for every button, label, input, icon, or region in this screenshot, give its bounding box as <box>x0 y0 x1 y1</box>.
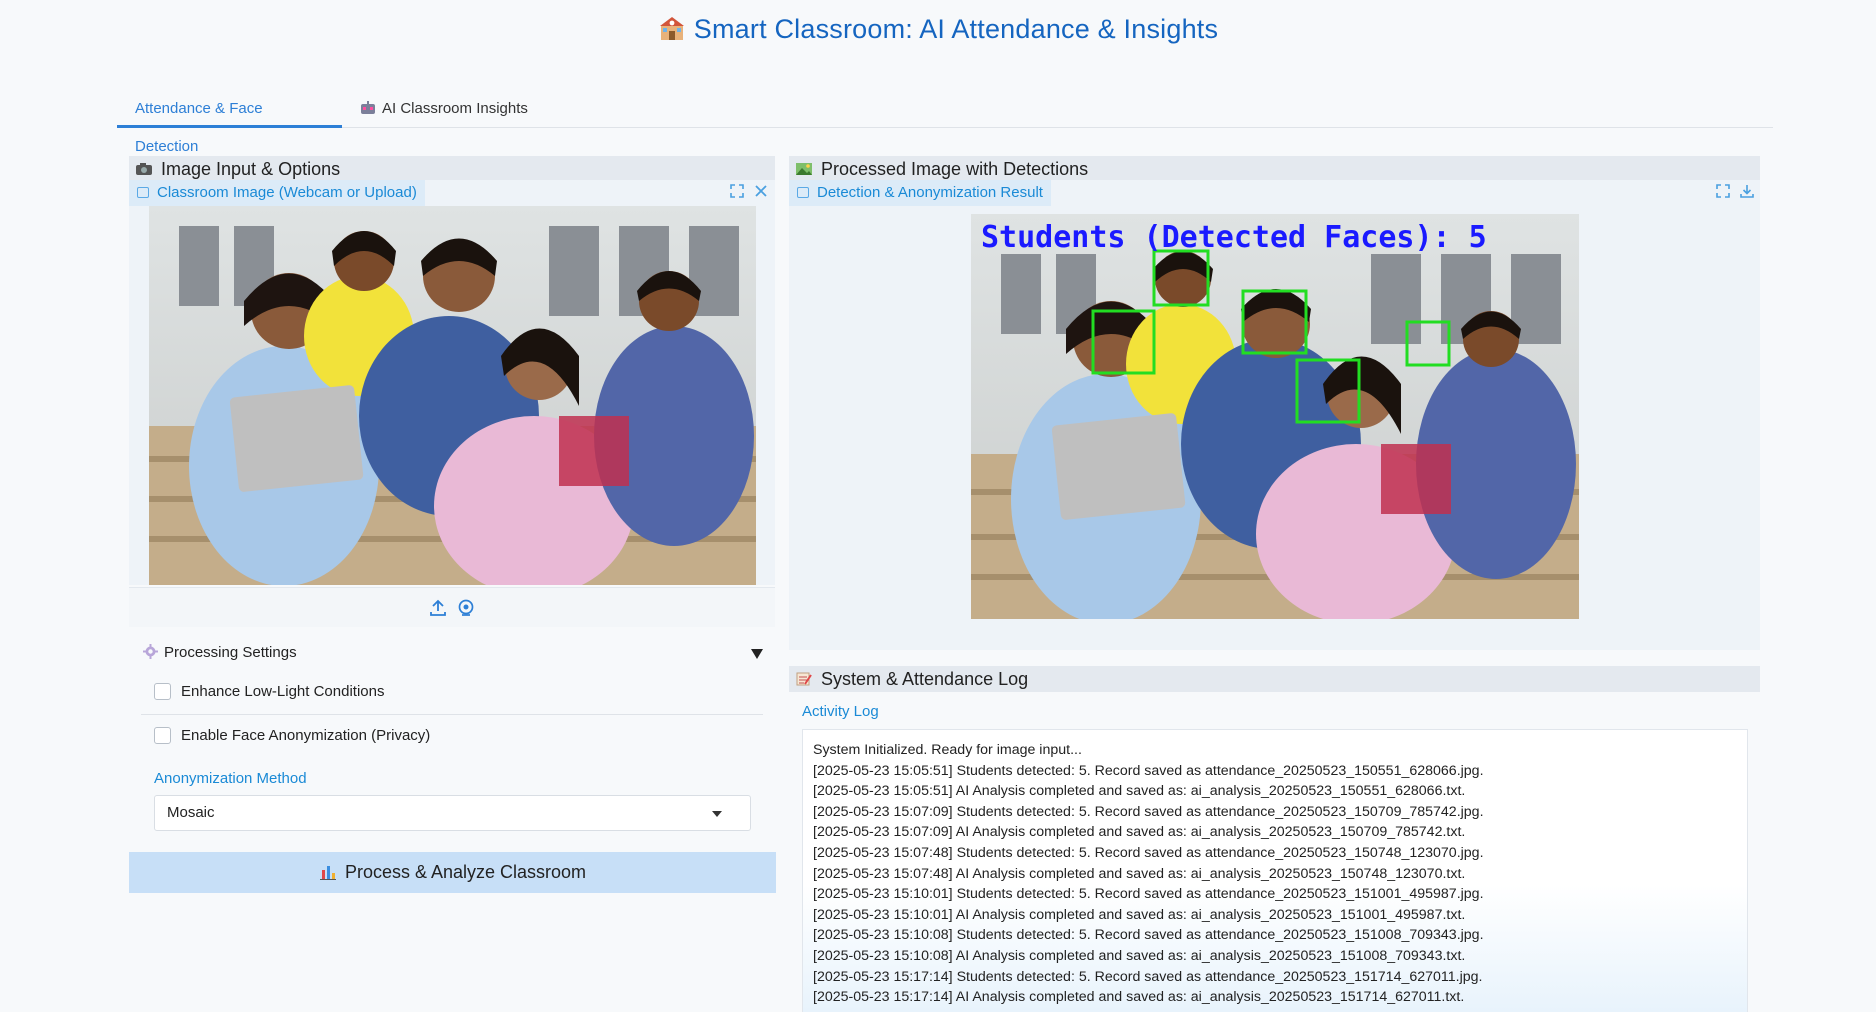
anonymization-method-label: Anonymization Method <box>154 770 307 787</box>
fullscreen-icon[interactable] <box>727 184 747 204</box>
process-analyze-button[interactable]: Process & Analyze Classroom <box>129 852 776 893</box>
log-line: [2025-05-23 15:10:08] AI Analysis comple… <box>813 947 1466 964</box>
detected-faces-overlay: Students (Detected Faces): 5 <box>981 220 1487 255</box>
log-line: [2025-05-23 15:05:51] AI Analysis comple… <box>813 783 1466 800</box>
tab-attendance[interactable]: Attendance & Face Detection <box>117 90 342 155</box>
page-title: Smart Classroom: AI Attendance & Insight… <box>0 14 1876 45</box>
image-icon <box>137 187 149 198</box>
log-line: [2025-05-23 15:07:48] Students detected:… <box>813 844 1484 861</box>
log-line: [2025-05-23 15:10:01] Students detected:… <box>813 886 1484 903</box>
detection-result-photo: Students (Detected Faces): 5 <box>971 214 1579 619</box>
upload-icon[interactable] <box>428 598 448 618</box>
activity-log-textarea[interactable]: System Initialized. Ready for image inpu… <box>802 729 1748 1012</box>
page-title-text: Smart Classroom: AI Attendance & Insight… <box>693 14 1219 44</box>
log-line: [2025-05-23 15:10:08] Students detected:… <box>813 927 1484 944</box>
log-title: System & Attendance Log <box>821 669 1029 689</box>
enhance-lowlight-label: Enhance Low-Light Conditions <box>181 683 385 700</box>
tab-ai-insights-label: AI Classroom Insights <box>382 100 528 117</box>
camera-icon <box>136 163 152 175</box>
face-anonymization-label: Enable Face Anonymization (Privacy) <box>181 727 431 744</box>
face-anonymization-option[interactable]: Enable Face Anonymization (Privacy) <box>154 727 430 744</box>
processed-image-header: Processed Image with Detections <box>789 156 1760 182</box>
close-icon[interactable] <box>751 184 771 204</box>
anonymization-method-select[interactable]: Mosaic <box>154 795 751 831</box>
tab-bar: Attendance & Face Detection AI Classroom… <box>117 90 1773 155</box>
collapse-triangle-icon[interactable] <box>751 649 763 659</box>
anonymization-method-value: Mosaic <box>167 804 215 821</box>
log-line: System Initialized. Ready for image inpu… <box>813 742 1082 758</box>
memo-icon <box>796 672 812 686</box>
result-image-label: Detection & Anonymization Result <box>789 180 1051 206</box>
log-line: [2025-05-23 15:07:48] AI Analysis comple… <box>813 865 1466 882</box>
input-image-label-text: Classroom Image (Webcam or Upload) <box>157 184 417 201</box>
school-icon <box>659 17 684 40</box>
divider <box>141 714 763 715</box>
log-line: [2025-05-23 15:07:09] Students detected:… <box>813 803 1484 820</box>
processed-image-title: Processed Image with Detections <box>821 159 1089 179</box>
classroom-input-photo <box>149 206 756 585</box>
log-line: [2025-05-23 15:05:51] Students detected:… <box>813 762 1484 779</box>
result-image-box: Detection & Anonymization Result Student… <box>789 180 1760 650</box>
gear-icon <box>143 644 158 659</box>
image-input-header: Image Input & Options <box>129 156 775 182</box>
log-line: [2025-05-23 15:17:14] Students detected:… <box>813 968 1483 985</box>
activity-log-label: Activity Log <box>802 703 879 720</box>
process-analyze-label: Process & Analyze Classroom <box>344 862 587 882</box>
tab-attendance-label: Attendance & Face Detection <box>135 100 263 155</box>
face-anonymization-checkbox[interactable] <box>154 727 171 744</box>
processing-settings-header[interactable]: Processing Settings <box>143 644 297 661</box>
log-header: System & Attendance Log <box>789 666 1760 692</box>
bar-chart-icon <box>319 866 336 880</box>
chevron-down-icon <box>712 811 722 817</box>
enhance-lowlight-option[interactable]: Enhance Low-Light Conditions <box>154 683 384 700</box>
picture-icon <box>796 163 812 175</box>
tab-ai-insights[interactable]: AI Classroom Insights <box>342 90 546 128</box>
robot-icon <box>361 101 375 114</box>
fullscreen-icon[interactable] <box>1713 184 1733 204</box>
log-line: [2025-05-23 15:17:14] AI Analysis comple… <box>813 989 1465 1006</box>
log-line: [2025-05-23 15:07:09] AI Analysis comple… <box>813 824 1466 841</box>
image-input-title: Image Input & Options <box>161 159 341 179</box>
input-image-label: Classroom Image (Webcam or Upload) <box>129 180 425 206</box>
processing-settings: Processing Settings Enhance Low-Light Co… <box>129 631 775 841</box>
image-icon <box>797 187 809 198</box>
input-image-box: Classroom Image (Webcam or Upload) <box>129 180 775 585</box>
processing-settings-title: Processing Settings <box>164 644 297 661</box>
webcam-icon[interactable] <box>456 598 476 618</box>
result-image-label-text: Detection & Anonymization Result <box>817 184 1043 201</box>
download-icon[interactable] <box>1737 184 1757 204</box>
enhance-lowlight-checkbox[interactable] <box>154 683 171 700</box>
log-line: [2025-05-23 15:10:01] AI Analysis comple… <box>813 906 1466 923</box>
image-source-row <box>129 587 775 627</box>
